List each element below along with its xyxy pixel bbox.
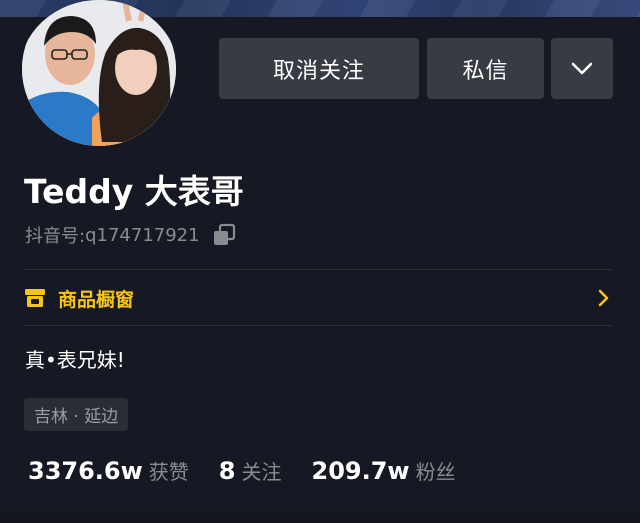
shop-window-label: 商品橱窗 [58, 288, 135, 311]
more-options-button[interactable] [551, 38, 613, 99]
shop-icon [24, 287, 46, 309]
likes-label: 获赞 [148, 460, 189, 484]
divider-bottom [24, 325, 613, 326]
location-text: 吉林 · 延边 [34, 407, 119, 427]
divider-top [24, 269, 613, 270]
followers-stat[interactable]: 209.7w 粉丝 [312, 456, 456, 485]
avatar-illustration [22, 0, 176, 146]
copy-icon[interactable] [212, 223, 236, 247]
following-label: 关注 [241, 460, 282, 484]
unfollow-button-label: 取消关注 [272, 58, 365, 84]
shop-window-row[interactable]: 商品橱窗 [24, 276, 613, 320]
stats-row: 3376.6w 获赞 8 关注 209.7w 粉丝 [28, 456, 456, 496]
likes-stat: 3376.6w 获赞 [28, 456, 189, 485]
douyin-id-value: q174717921 [85, 224, 200, 246]
following-count: 8 [218, 457, 236, 485]
location-tag: 吉林 · 延边 [24, 398, 129, 431]
message-button-label: 私信 [462, 58, 509, 84]
username: Teddy 大表哥 [24, 172, 244, 211]
unfollow-button[interactable]: 取消关注 [219, 38, 419, 99]
followers-label: 粉丝 [415, 460, 456, 484]
message-button[interactable]: 私信 [427, 38, 544, 99]
profile-page: 取消关注 私信 Teddy 大表哥 抖音号: q174717921 商品橱窗 真… [0, 0, 640, 523]
avatar[interactable] [19, 0, 179, 148]
chevron-right-icon [597, 288, 611, 308]
avatar-photo [22, 0, 176, 146]
douyin-id-label: 抖音号: [25, 226, 86, 247]
bottom-fade [0, 509, 640, 523]
douyin-id-row: 抖音号: q174717921 [25, 222, 236, 248]
bio-text: 真•表兄妹! [25, 348, 125, 372]
chevron-down-icon [571, 62, 593, 74]
followers-count: 209.7w [311, 457, 410, 485]
following-stat[interactable]: 8 关注 [219, 456, 282, 485]
likes-count: 3376.6w [28, 457, 143, 485]
